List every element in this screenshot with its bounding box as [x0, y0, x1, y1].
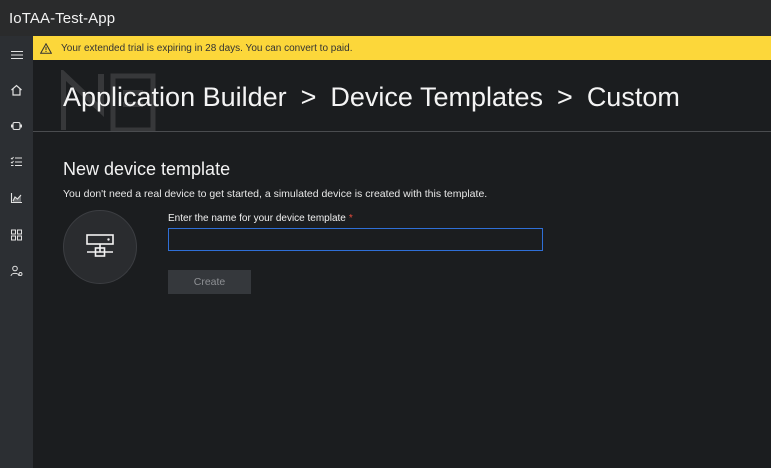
required-marker: *	[348, 213, 353, 224]
left-nav-rail	[0, 36, 33, 468]
breadcrumb-custom: Custom	[586, 82, 680, 112]
nav-administration[interactable]	[0, 254, 33, 288]
nav-dashboards[interactable]	[0, 218, 33, 252]
create-button[interactable]: Create	[168, 270, 251, 294]
nav-home[interactable]	[0, 73, 33, 107]
breadcrumb-separator: >	[300, 82, 317, 112]
nav-rules[interactable]	[0, 144, 33, 178]
form-title: New device template	[63, 159, 231, 179]
hamburger-menu-button[interactable]	[0, 38, 33, 72]
breadcrumb-device-templates[interactable]: Device Templates	[330, 82, 543, 113]
device-template-avatar	[63, 210, 137, 284]
nav-devices[interactable]	[0, 109, 33, 143]
form-description: You don't need a real device to get star…	[63, 188, 488, 200]
main-content: Application Builder > Device Templates >…	[33, 60, 771, 468]
warning-icon	[40, 42, 52, 54]
analytics-icon	[10, 193, 22, 204]
nav-analytics[interactable]	[0, 181, 33, 215]
app-title: IoTAA-Test-App	[9, 9, 116, 27]
template-name-input[interactable]	[168, 228, 543, 251]
breadcrumb: Application Builder > Device Templates >…	[63, 82, 680, 113]
hamburger-menu-icon	[10, 51, 23, 59]
trial-message: Your extended trial is expiring in 28 da…	[61, 42, 353, 54]
header-divider	[33, 131, 771, 132]
page-header: Application Builder > Device Templates >…	[33, 60, 771, 132]
home-icon	[11, 84, 22, 96]
trial-warning-banner: Your extended trial is expiring in 28 da…	[33, 36, 771, 60]
device-monitor-icon	[86, 234, 114, 257]
rules-list-icon	[10, 156, 22, 166]
dashboard-grid-icon	[11, 229, 22, 241]
breadcrumb-separator: >	[557, 82, 573, 112]
device-icon	[11, 121, 22, 131]
template-name-label: Enter the name for your device template *	[168, 213, 353, 224]
template-name-label-text: Enter the name for your device template	[168, 213, 346, 224]
title-bar: IoTAA-Test-App	[0, 0, 771, 36]
admin-user-icon	[10, 265, 23, 277]
breadcrumb-application-builder[interactable]: Application Builder	[63, 82, 287, 113]
